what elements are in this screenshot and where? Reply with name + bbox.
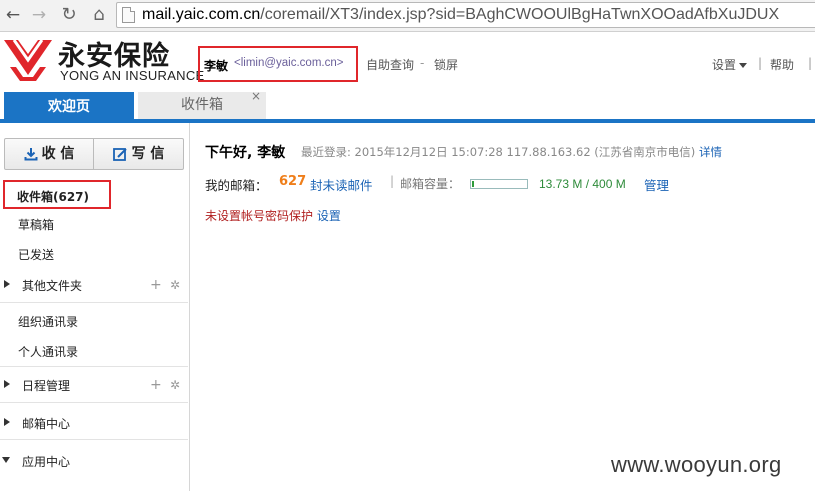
unread-count[interactable]: 627 xyxy=(279,174,306,189)
greeting-text: 下午好, 李敏 xyxy=(205,145,286,161)
receive-mail-button[interactable]: 收 信 xyxy=(5,139,94,169)
self-service-link[interactable]: 自助查询 xyxy=(366,56,414,73)
sidebar-item-personal-contacts[interactable]: 个人通讯录 xyxy=(0,343,189,363)
user-name: 李敏 xyxy=(204,59,229,73)
sidebar-item-sent[interactable]: 已发送 xyxy=(0,246,189,266)
receive-mail-label: 收 信 xyxy=(41,146,75,162)
url-host: mail.yaic.com.cn xyxy=(142,6,261,23)
setup-protection-link[interactable]: 设置 xyxy=(317,209,341,223)
quota-progress-bar xyxy=(470,179,528,189)
back-arrow-icon[interactable]: ← xyxy=(2,4,24,26)
quota-progress-fill xyxy=(472,181,474,187)
tab-bar: 欢迎页 收件箱 × xyxy=(0,89,815,123)
info-separator: | xyxy=(390,174,395,188)
mailbox-label: 我的邮箱： xyxy=(205,178,268,193)
mail-action-buttons: 收 信 写 信 xyxy=(4,138,184,170)
forward-arrow-icon[interactable]: → xyxy=(28,4,50,26)
settings-menu[interactable]: 设置 xyxy=(712,56,748,73)
url-path: /coremail/XT3/index.jsp?sid=BAghCWOOUlBg… xyxy=(260,6,780,23)
user-info-highlight: 李敏 <limin@yaic.com.cn> xyxy=(198,46,358,82)
personal-contacts-label: 个人通讯录 xyxy=(18,345,79,359)
security-warning: 未设置帐号密码保护 设置 xyxy=(205,207,341,224)
brand-logo-icon xyxy=(4,39,52,81)
address-url: mail.yaic.com.cn/coremail/XT3/index.jsp?… xyxy=(142,6,779,24)
expand-arrow-icon[interactable] xyxy=(4,418,10,426)
tab-inbox[interactable]: 收件箱 × xyxy=(138,89,266,119)
mailbox-center-label: 邮箱中心 xyxy=(22,417,71,431)
quota-usage-text: 13.73 M / 400 M xyxy=(539,177,626,191)
header-separator: | xyxy=(758,56,763,70)
calendar-label: 日程管理 xyxy=(22,379,71,393)
welcome-panel: 下午好, 李敏 最近登录: 2015年12月12日 15:07:28 117.8… xyxy=(190,123,815,491)
tab-inbox-label: 收件箱 xyxy=(181,97,223,113)
sidebar-item-drafts[interactable]: 草稿箱 xyxy=(0,216,189,236)
other-folders-label: 其他文件夹 xyxy=(22,279,83,293)
sidebar-item-calendar[interactable]: 日程管理 + ✲ xyxy=(0,377,189,397)
sidebar-divider xyxy=(0,366,188,367)
login-detail-link[interactable]: 详情 xyxy=(699,145,722,159)
quota-label: 邮箱容量： xyxy=(400,177,461,191)
reload-icon[interactable]: ↻ xyxy=(58,4,80,26)
sidebar-item-mailbox-center[interactable]: 邮箱中心 xyxy=(0,415,189,435)
security-warning-text: 未设置帐号密码保护 xyxy=(205,209,314,223)
compose-label: 写 信 xyxy=(131,146,165,162)
folder-settings-icon[interactable]: ✲ xyxy=(170,278,180,292)
sidebar-divider xyxy=(0,402,188,403)
inbox-label: 收件箱(627) xyxy=(17,190,90,204)
sidebar: 收 信 写 信 收件箱(627) 草稿箱 已发送 其他文件夹 + ✲ 组织通讯录… xyxy=(0,123,190,491)
page-icon xyxy=(122,7,135,23)
close-icon[interactable]: × xyxy=(251,89,261,103)
sidebar-item-org-contacts[interactable]: 组织通讯录 xyxy=(0,313,189,333)
sidebar-item-app-center[interactable]: 应用中心 xyxy=(0,453,189,473)
expand-arrow-icon[interactable] xyxy=(4,380,10,388)
org-contacts-label: 组织通讯录 xyxy=(18,315,79,329)
add-event-icon[interactable]: + xyxy=(150,378,162,392)
last-login-text: 最近登录: 2015年12月12日 15:07:28 117.88.163.62… xyxy=(301,145,696,159)
expand-arrow-icon[interactable] xyxy=(4,280,10,288)
app-center-label: 应用中心 xyxy=(22,455,71,469)
settings-label: 设置 xyxy=(712,58,737,72)
browser-toolbar: ← → ↻ ⌂ mail.yaic.com.cn/coremail/XT3/in… xyxy=(0,0,815,32)
sidebar-divider xyxy=(0,302,188,303)
user-email: <limin@yaic.com.cn> xyxy=(234,57,344,69)
chevron-down-icon xyxy=(739,63,748,68)
sent-label: 已发送 xyxy=(18,248,55,262)
watermark: www.wooyun.org xyxy=(611,452,782,477)
sidebar-item-inbox[interactable]: 收件箱(627) xyxy=(3,180,111,209)
sidebar-item-other-folders[interactable]: 其他文件夹 + ✲ xyxy=(0,277,189,297)
add-folder-icon[interactable]: + xyxy=(150,278,162,292)
collapse-arrow-icon[interactable] xyxy=(2,457,10,463)
sidebar-divider xyxy=(0,439,188,440)
compose-icon xyxy=(112,147,127,161)
help-link[interactable]: 帮助 xyxy=(770,56,794,73)
calendar-settings-icon[interactable]: ✲ xyxy=(170,378,180,392)
lock-screen-link[interactable]: 锁屏 xyxy=(434,56,458,73)
drafts-label: 草稿箱 xyxy=(18,218,55,232)
header-separator-2: | xyxy=(808,56,813,70)
compose-button[interactable]: 写 信 xyxy=(94,139,183,169)
last-login-info: 最近登录: 2015年12月12日 15:07:28 117.88.163.62… xyxy=(301,144,722,160)
unread-mail-link[interactable]: 封未读邮件 xyxy=(310,175,373,194)
logo-english-name: YONG AN INSURANCE xyxy=(60,68,205,83)
header-dash: - xyxy=(420,56,425,70)
mail-header: 永安保险 YONG AN INSURANCE 李敏 <limin@yaic.co… xyxy=(0,32,815,92)
home-icon[interactable]: ⌂ xyxy=(88,4,110,26)
manage-quota-link[interactable]: 管理 xyxy=(644,175,669,194)
tab-welcome[interactable]: 欢迎页 xyxy=(4,92,134,123)
download-icon xyxy=(24,148,38,161)
address-bar[interactable]: mail.yaic.com.cn/coremail/XT3/index.jsp?… xyxy=(116,2,815,28)
